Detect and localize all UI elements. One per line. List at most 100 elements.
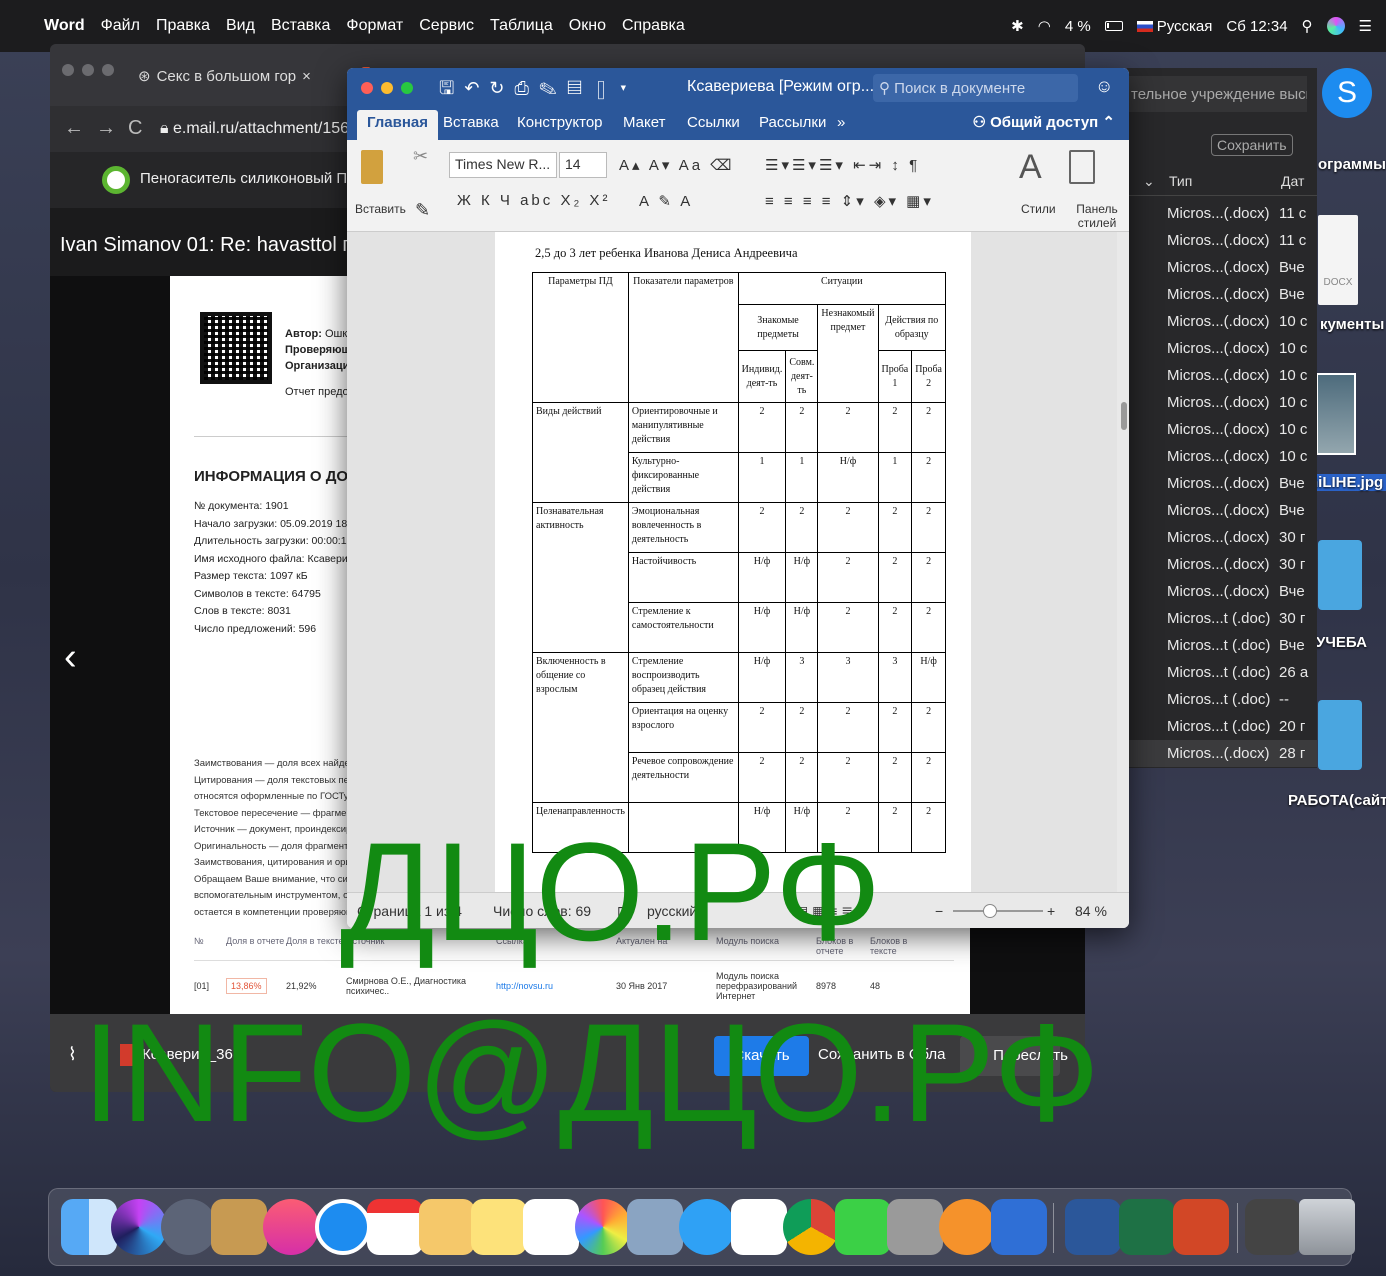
forward-button[interactable]: → Переслать bbox=[960, 1036, 1068, 1076]
finder-row[interactable]: Micros...(.docx) 10 с bbox=[1127, 443, 1317, 470]
finder-row[interactable]: Micros...(.docx) 10 с bbox=[1127, 335, 1317, 362]
finder-row[interactable]: Micros...t (.doc) Вче bbox=[1127, 632, 1317, 659]
column-type[interactable]: Тип bbox=[1169, 173, 1192, 189]
keyboard-layout[interactable]: Русская bbox=[1136, 18, 1212, 35]
docx-file-icon[interactable]: DOCX bbox=[1318, 215, 1358, 305]
language[interactable]: русский bbox=[647, 903, 697, 919]
tab-mailings[interactable]: Рассылки bbox=[759, 114, 826, 131]
zoom-slider[interactable] bbox=[953, 904, 1043, 918]
list-buttons[interactable]: ☰▾☰▾☰▾ ⇤⇥ ↕ ¶ bbox=[765, 156, 920, 174]
menu-table[interactable]: Таблица bbox=[490, 17, 553, 35]
menu-help[interactable]: Справка bbox=[622, 17, 685, 35]
battery-percent[interactable]: 4 % bbox=[1065, 18, 1091, 35]
quick-access-toolbar[interactable]: 🖫↶↻⎙✎▤▯▾ bbox=[439, 76, 637, 106]
zoom-knob[interactable] bbox=[983, 904, 997, 918]
prev-arrow-icon[interactable]: ‹ bbox=[64, 636, 77, 679]
shazam-icon[interactable]: S bbox=[1322, 68, 1372, 118]
menu-edit[interactable]: Правка bbox=[156, 17, 210, 35]
finder-row[interactable]: Micros...t (.doc) 20 г bbox=[1127, 713, 1317, 740]
preview-icon[interactable] bbox=[627, 1199, 683, 1255]
zoom-dot[interactable] bbox=[401, 82, 413, 94]
calendar-icon[interactable] bbox=[367, 1199, 423, 1255]
tab-references[interactable]: Ссылки bbox=[687, 114, 740, 131]
word-icon[interactable] bbox=[1065, 1199, 1121, 1255]
styles-pane-icon[interactable] bbox=[1069, 150, 1095, 184]
finder-row[interactable]: Micros...(.docx) 10 с bbox=[1127, 389, 1317, 416]
nav-buttons[interactable]: ←→C bbox=[64, 117, 154, 140]
trash-icon[interactable] bbox=[1299, 1199, 1355, 1255]
zoom-level[interactable]: 84 % bbox=[1075, 903, 1107, 919]
scissors-icon[interactable]: ✂ bbox=[413, 146, 428, 167]
spotlight-icon[interactable]: ⚲ bbox=[1302, 17, 1313, 35]
alignment-buttons[interactable]: ≡ ≡ ≡ ≡ ⇕▾ ◈▾ ▦▾ bbox=[765, 192, 934, 210]
paste-button[interactable]: Вставить bbox=[355, 202, 406, 216]
browser-tab-1[interactable]: ⊛ Секс в большом гор × bbox=[138, 64, 353, 88]
page-count[interactable]: Страница 1 из 4 bbox=[357, 903, 462, 919]
download-button[interactable]: Скачать bbox=[714, 1036, 809, 1076]
close-icon[interactable]: × bbox=[302, 68, 311, 85]
notification-center-icon[interactable]: ☰ bbox=[1359, 17, 1372, 35]
share-button[interactable]: ⚇ Общий доступ ⌃ bbox=[972, 113, 1115, 131]
safari-icon[interactable] bbox=[315, 1199, 371, 1255]
finder-row[interactable]: Micros...(.docx) 10 с bbox=[1127, 308, 1317, 335]
tab-home[interactable]: Главная bbox=[357, 110, 439, 140]
word-count[interactable]: Число слов: 69 bbox=[493, 903, 591, 919]
more-tabs-icon[interactable]: » bbox=[837, 114, 845, 131]
desktop-label-photo[interactable]: hiLIHE.jpg bbox=[1306, 474, 1386, 491]
minimize-dot[interactable] bbox=[82, 64, 94, 76]
font-size-select[interactable]: 14 bbox=[559, 152, 607, 178]
clock[interactable]: Сб 12:34 bbox=[1226, 18, 1287, 35]
finder-row[interactable]: Micros...(.docx) 30 г bbox=[1127, 551, 1317, 578]
styles-icon[interactable]: A bbox=[1019, 148, 1042, 187]
clipboard-icon[interactable] bbox=[361, 150, 383, 184]
finder-row[interactable]: Micros...(.docx) 10 с bbox=[1127, 416, 1317, 443]
finder-row[interactable]: Micros...(.docx) Вче bbox=[1127, 470, 1317, 497]
url-field[interactable]: 🔒︎ e.mail.ru/attachment/156 bbox=[160, 120, 349, 138]
menu-format[interactable]: Формат bbox=[346, 17, 403, 35]
sources-cell[interactable]: http://novsu.ru bbox=[496, 981, 616, 991]
bluetooth-icon[interactable]: ✱ bbox=[1011, 17, 1024, 35]
siri-icon[interactable] bbox=[1326, 17, 1345, 35]
finder-row[interactable]: Micros...t (.doc) 26 а bbox=[1127, 659, 1317, 686]
facetime-icon[interactable] bbox=[835, 1199, 891, 1255]
finder-row[interactable]: Micros...t (.doc) 30 г bbox=[1127, 605, 1317, 632]
folder-icon[interactable] bbox=[1318, 540, 1362, 610]
close-dot[interactable] bbox=[361, 82, 373, 94]
powerpoint-icon[interactable] bbox=[1173, 1199, 1229, 1255]
text-color-buttons[interactable]: A ✎ A bbox=[639, 192, 693, 210]
desktop-label-study[interactable]: УЧЕБА bbox=[1316, 634, 1367, 651]
document-page[interactable]: 2,5 до 3 лет ребенка Иванова Дениса Андр… bbox=[495, 232, 971, 892]
photo-thumbnail[interactable] bbox=[1316, 373, 1356, 455]
photos-icon[interactable] bbox=[575, 1199, 631, 1255]
save-to-cloud-button[interactable]: Сохранить в Обла bbox=[818, 1046, 946, 1063]
chrome-icon[interactable] bbox=[783, 1199, 839, 1255]
chevron-down-icon[interactable]: ⌄ bbox=[1143, 173, 1155, 190]
format-painter-icon[interactable]: ✎ bbox=[415, 200, 430, 221]
siri-icon[interactable] bbox=[111, 1199, 167, 1255]
numbers-icon[interactable] bbox=[731, 1199, 787, 1255]
tab-design[interactable]: Конструктор bbox=[517, 114, 603, 131]
wifi-icon[interactable]: ◠ bbox=[1038, 17, 1051, 35]
font-name-select[interactable]: Times New R... bbox=[449, 152, 557, 178]
finder-row[interactable]: Micros...(.docx) 30 г bbox=[1127, 524, 1317, 551]
finder-row[interactable]: Micros...(.docx) Вче bbox=[1127, 578, 1317, 605]
zoom-dot[interactable] bbox=[102, 64, 114, 76]
notes-icon[interactable] bbox=[471, 1199, 527, 1255]
battery-icon[interactable] bbox=[1104, 21, 1123, 31]
finder-icon[interactable] bbox=[61, 1199, 117, 1255]
menu-window[interactable]: Окно bbox=[569, 17, 606, 35]
finder-row[interactable]: Micros...(.docx) Вче bbox=[1127, 497, 1317, 524]
finder-row[interactable]: Micros...(.docx) 11 с bbox=[1127, 227, 1317, 254]
styles-button[interactable]: Стили bbox=[1021, 202, 1056, 216]
spellcheck-icon[interactable]: ⊡ bbox=[617, 903, 629, 920]
scroll-thumb[interactable] bbox=[1121, 402, 1127, 430]
attachment-name[interactable]: Ксаверие_36.р bbox=[142, 1046, 245, 1063]
reminders-icon[interactable] bbox=[523, 1199, 579, 1255]
finder-row[interactable]: Micros...(.docx) Вче bbox=[1127, 254, 1317, 281]
finder-row[interactable]: Micros...(.docx) Вче bbox=[1127, 281, 1317, 308]
desktop-label-work[interactable]: РАБОТА(сайт) bbox=[1288, 792, 1386, 809]
menu-app-name[interactable]: Word bbox=[44, 17, 85, 35]
desktop-label-docs[interactable]: кументы bbox=[1320, 316, 1384, 333]
finder-search[interactable]: тельное учреждение высш bbox=[1127, 76, 1307, 112]
tab-insert[interactable]: Вставка bbox=[443, 114, 499, 131]
